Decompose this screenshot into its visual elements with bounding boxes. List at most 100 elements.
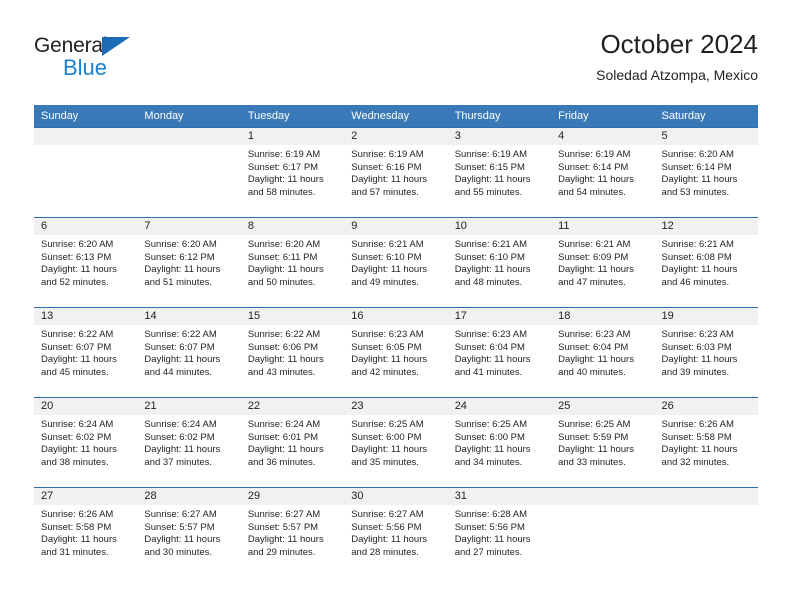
sunrise-text: Sunrise: 6:20 AM — [41, 239, 114, 250]
day-number: 31 — [454, 490, 467, 502]
calendar-day-cell[interactable]: 29 Sunrise: 6:27 AM Sunset: 5:57 PM Dayligh… — [240, 487, 345, 577]
day-details: Sunrise: 6:19 AM Sunset: 6:16 PM Daylight:… — [344, 145, 447, 199]
calendar-day-cell[interactable]: 21 Sunrise: 6:24 AM Sunset: 6:02 PM Dayligh… — [137, 397, 241, 487]
calendar-day-cell[interactable]: 9 Sunrise: 6:21 AM Sunset: 6:10 PM Daylight… — [344, 217, 448, 307]
sunrise-text: Sunrise: 6:27 AM — [144, 509, 217, 520]
weekday-header-saturday: Saturday — [661, 110, 706, 122]
sunset-text: Sunset: 6:00 PM — [351, 431, 422, 443]
calendar-day-cell[interactable]: 4 Sunrise: 6:19 AM Sunset: 6:14 PM Daylight… — [551, 127, 655, 217]
calendar-day-cell[interactable]: 26 Sunrise: 6:26 AM Sunset: 5:58 PM Dayligh… — [654, 397, 758, 487]
day-details: Sunrise: 6:21 AM Sunset: 6:08 PM Daylight:… — [655, 235, 758, 289]
calendar-day-cell[interactable]: 10 Sunrise: 6:21 AM Sunset: 6:10 PM Dayligh… — [447, 217, 552, 307]
calendar-day-cell[interactable]: 30 Sunrise: 6:27 AM Sunset: 5:56 PM Dayligh… — [344, 487, 448, 577]
sunset-text: Sunset: 5:58 PM — [41, 521, 112, 533]
calendar-day-cell[interactable]: 16 Sunrise: 6:23 AM Sunset: 6:05 PM Dayligh… — [344, 307, 448, 397]
sunrise-text: Sunrise: 6:21 AM — [558, 239, 631, 250]
day-number-band: 24 — [447, 397, 552, 415]
day-details: Sunrise: 6:27 AM Sunset: 5:57 PM Daylight:… — [241, 505, 344, 559]
daylight-text: Daylight: 11 hours and 57 minutes. — [351, 174, 428, 198]
logo-text-blue: Blue — [63, 55, 108, 80]
calendar-day-cell[interactable]: 19 Sunrise: 6:23 AM Sunset: 6:03 PM Dayligh… — [654, 307, 758, 397]
sunrise-text: Sunrise: 6:24 AM — [247, 419, 321, 430]
sunset-text: Sunset: 6:10 PM — [351, 251, 422, 263]
calendar-day-cell[interactable]: 23 Sunrise: 6:25 AM Sunset: 6:00 PM Dayligh… — [344, 397, 448, 487]
calendar-day-cell[interactable]: 7 Sunrise: 6:20 AM Sunset: 6:12 PM Daylight… — [137, 217, 241, 307]
calendar-day-cell[interactable]: 31 Sunrise: 6:28 AM Sunset: 5:56 PM Dayligh… — [447, 487, 552, 577]
sunset-text: Sunset: 5:59 PM — [558, 431, 629, 443]
weekday-header-wednesday: Wednesday — [351, 110, 410, 122]
day-details: Sunrise: 6:23 AM Sunset: 6:04 PM Daylight:… — [448, 325, 551, 379]
sunset-text: Sunset: 6:02 PM — [41, 431, 112, 443]
daylight-text: Daylight: 11 hours and 44 minutes. — [144, 354, 221, 378]
day-number-band: 26 — [654, 397, 758, 415]
sunrise-text: Sunrise: 6:21 AM — [351, 239, 424, 250]
sunset-text: Sunset: 6:04 PM — [454, 341, 525, 353]
calendar-grid: Sunday Monday Tuesday Wednesday Thursday… — [34, 105, 758, 577]
day-number: 11 — [558, 220, 570, 232]
day-number-band: 4 — [551, 127, 655, 145]
sunrise-text: Sunrise: 6:19 AM — [558, 149, 631, 160]
daylight-text: Daylight: 11 hours and 49 minutes. — [351, 264, 428, 288]
calendar-day-cell[interactable]: 27 Sunrise: 6:26 AM Sunset: 5:58 PM Dayligh… — [34, 487, 138, 577]
day-details: Sunrise: 6:27 AM Sunset: 5:56 PM Daylight:… — [344, 505, 447, 559]
day-number: 21 — [144, 400, 157, 412]
calendar-day-cell[interactable]: 14 Sunrise: 6:22 AM Sunset: 6:07 PM Dayligh… — [137, 307, 241, 397]
calendar-day-cell[interactable]: 6 Sunrise: 6:20 AM Sunset: 6:13 PM Daylight… — [34, 217, 138, 307]
title-block: October 2024 Soledad Atzompa, Mexico — [596, 28, 758, 85]
calendar-day-cell[interactable]: 2 Sunrise: 6:19 AM Sunset: 6:16 PM Daylight… — [344, 127, 448, 217]
weekday-header-thursday: Thursday — [454, 110, 501, 122]
day-number-band: 29 — [240, 487, 345, 505]
weekday-header-sunday: Sunday — [41, 110, 79, 122]
day-number: 24 — [454, 400, 467, 412]
sunset-text: Sunset: 5:56 PM — [454, 521, 525, 533]
day-details: Sunrise: 6:21 AM Sunset: 6:10 PM Daylight:… — [448, 235, 551, 289]
calendar-day-cell[interactable]: 5 Sunrise: 6:20 AM Sunset: 6:14 PM Daylight… — [654, 127, 758, 217]
calendar-day-cell[interactable]: 12 Sunrise: 6:21 AM Sunset: 6:08 PM Dayligh… — [654, 217, 758, 307]
day-number-band: 6 — [34, 217, 138, 235]
day-number: 26 — [661, 400, 674, 412]
sunset-text: Sunset: 5:57 PM — [247, 521, 319, 533]
calendar-day-cell[interactable]: 22 Sunrise: 6:24 AM Sunset: 6:01 PM Dayligh… — [240, 397, 345, 487]
daylight-text: Daylight: 11 hours and 29 minutes. — [247, 534, 324, 558]
day-details: Sunrise: 6:20 AM Sunset: 6:12 PM Daylight:… — [137, 235, 240, 289]
day-number: 19 — [661, 310, 674, 322]
day-details: Sunrise: 6:22 AM Sunset: 6:07 PM Daylight:… — [137, 325, 240, 379]
sunrise-text: Sunrise: 6:22 AM — [247, 329, 321, 340]
sunrise-text: Sunrise: 6:27 AM — [247, 509, 321, 520]
calendar-day-cell[interactable]: 25 Sunrise: 6:25 AM Sunset: 5:59 PM Dayligh… — [551, 397, 655, 487]
daylight-text: Daylight: 11 hours and 32 minutes. — [661, 444, 738, 468]
sunrise-text: Sunrise: 6:23 AM — [351, 329, 424, 340]
calendar-day-cell[interactable]: 15 Sunrise: 6:22 AM Sunset: 6:06 PM Dayligh… — [240, 307, 345, 397]
calendar-day-cell[interactable]: 8 Sunrise: 6:20 AM Sunset: 6:11 PM Daylight… — [240, 217, 345, 307]
day-details: Sunrise: 6:26 AM Sunset: 5:58 PM Daylight:… — [655, 415, 758, 469]
day-details: Sunrise: 6:20 AM Sunset: 6:13 PM Daylight:… — [34, 235, 137, 289]
daylight-text: Daylight: 11 hours and 43 minutes. — [247, 354, 324, 378]
calendar-day-cell[interactable]: 17 Sunrise: 6:23 AM Sunset: 6:04 PM Dayligh… — [447, 307, 552, 397]
calendar-day-cell[interactable]: 3 Sunrise: 6:19 AM Sunset: 6:15 PM Daylight… — [447, 127, 552, 217]
day-number: 30 — [351, 490, 364, 502]
calendar-day-cell[interactable]: 11 Sunrise: 6:21 AM Sunset: 6:09 PM Dayligh… — [551, 217, 655, 307]
day-details: Sunrise: 6:23 AM Sunset: 6:03 PM Daylight:… — [655, 325, 758, 379]
sunrise-text: Sunrise: 6:23 AM — [454, 329, 528, 340]
calendar-week-row: 27 Sunrise: 6:26 AM Sunset: 5:58 PM Dayligh… — [34, 487, 758, 577]
sunset-text: Sunset: 6:10 PM — [454, 251, 525, 263]
daylight-text: Daylight: 11 hours and 36 minutes. — [247, 444, 324, 468]
day-number-band: 5 — [654, 127, 758, 145]
calendar-day-cell[interactable]: 1 Sunrise: 6:19 AM Sunset: 6:17 PM Daylight… — [240, 127, 345, 217]
calendar-day-cell[interactable]: 20 Sunrise: 6:24 AM Sunset: 6:02 PM Dayligh… — [34, 397, 138, 487]
sunset-text: Sunset: 6:12 PM — [144, 251, 215, 263]
sunrise-text: Sunrise: 6:19 AM — [454, 149, 528, 160]
weekday-header-friday: Friday — [558, 110, 589, 122]
daylight-text: Daylight: 11 hours and 31 minutes. — [41, 534, 117, 558]
calendar-day-cell[interactable]: 28 Sunrise: 6:27 AM Sunset: 5:57 PM Dayligh… — [137, 487, 241, 577]
day-number-band: 16 — [344, 307, 448, 325]
day-number-band: 14 — [137, 307, 241, 325]
calendar-day-cell[interactable]: 24 Sunrise: 6:25 AM Sunset: 6:00 PM Dayligh… — [447, 397, 552, 487]
calendar-day-cell[interactable]: 18 Sunrise: 6:23 AM Sunset: 6:04 PM Dayligh… — [551, 307, 655, 397]
general-blue-logo[interactable]: General Blue — [34, 34, 164, 84]
calendar-day-cell[interactable]: 13 Sunrise: 6:22 AM Sunset: 6:07 PM Dayligh… — [34, 307, 138, 397]
daylight-text: Daylight: 11 hours and 42 minutes. — [351, 354, 428, 378]
day-details: Sunrise: 6:25 AM Sunset: 6:00 PM Daylight:… — [344, 415, 447, 469]
weekday-header-tuesday: Tuesday — [247, 110, 290, 122]
sunrise-text: Sunrise: 6:22 AM — [144, 329, 217, 340]
